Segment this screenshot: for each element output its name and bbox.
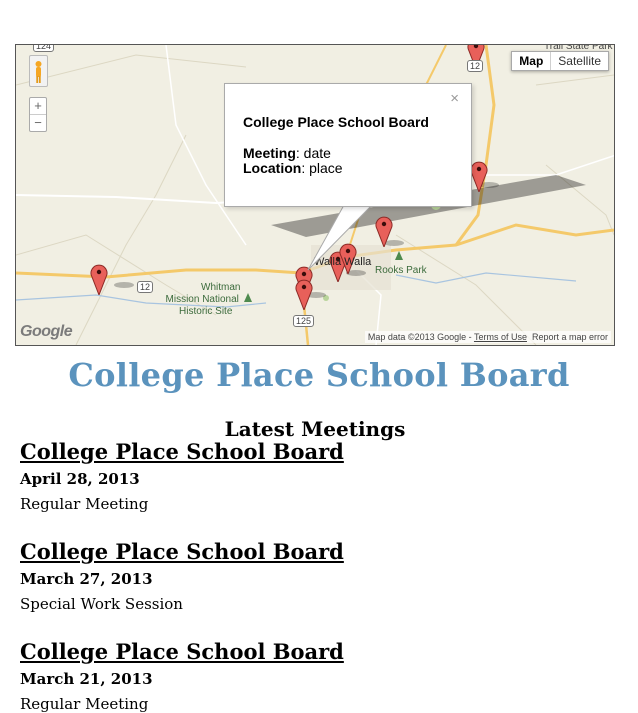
map-marker-icon[interactable] bbox=[90, 263, 108, 297]
meeting-value: : date bbox=[295, 145, 331, 161]
map-type-control: Map Satellite bbox=[511, 51, 609, 71]
meeting-date: March 21, 2013 bbox=[20, 670, 153, 688]
meeting-label: Meeting bbox=[243, 145, 296, 161]
close-icon[interactable]: × bbox=[450, 90, 459, 107]
meeting-date: April 28, 2013 bbox=[20, 470, 140, 488]
map-type-satellite-button[interactable]: Satellite bbox=[551, 52, 608, 70]
tree-icon bbox=[395, 251, 403, 260]
page-title: College Place School Board bbox=[68, 356, 570, 394]
google-logo[interactable]: Google bbox=[20, 323, 73, 341]
meeting-date: March 27, 2013 bbox=[20, 570, 153, 588]
route-shield-12: 12 bbox=[467, 60, 484, 72]
meeting-title-link[interactable]: College Place School Board bbox=[20, 439, 600, 465]
meeting-title-link[interactable]: College Place School Board bbox=[20, 539, 600, 565]
info-window-title: College Place School Board bbox=[243, 114, 429, 130]
zoom-control: + − bbox=[29, 97, 47, 132]
latest-meetings-heading: Latest Meetings bbox=[224, 417, 406, 441]
map-label-line: Whitman bbox=[201, 282, 241, 293]
map-type-map-button[interactable]: Map bbox=[512, 52, 552, 70]
meeting-type: Special Work Session bbox=[20, 595, 183, 613]
tree-icon bbox=[244, 293, 252, 302]
info-window-location-row: Location: place bbox=[243, 160, 343, 176]
location-value: : place bbox=[301, 160, 343, 176]
route-shield-12: 12 bbox=[137, 281, 154, 293]
pegman-icon[interactable] bbox=[29, 55, 48, 87]
route-shield-125: 125 bbox=[293, 315, 315, 327]
map-label-line: Mission National bbox=[165, 294, 239, 305]
map-attribution: Map data ©2013 Google - Terms of Use Repo… bbox=[364, 331, 611, 343]
attribution-text: Map data ©2013 Google - bbox=[367, 332, 474, 342]
meeting-item: College Place School Board March 27, 201… bbox=[20, 539, 600, 613]
map-marker-icon[interactable] bbox=[375, 215, 393, 249]
terms-of-use-link[interactable]: Terms of Use bbox=[474, 332, 527, 342]
location-label: Location bbox=[243, 160, 302, 176]
meeting-item: College Place School Board March 21, 201… bbox=[20, 639, 600, 713]
map-marker-icon[interactable] bbox=[295, 278, 313, 312]
zoom-out-button[interactable]: − bbox=[30, 114, 46, 131]
map[interactable]: Whitman Mission National Historic Site R… bbox=[15, 44, 615, 346]
report-map-error-link[interactable]: Report a map error bbox=[532, 332, 608, 342]
info-window-meeting-row: Meeting: date bbox=[243, 145, 331, 161]
map-label-whitman: Whitman Mission National Historic Site bbox=[166, 282, 241, 318]
meeting-type: Regular Meeting bbox=[20, 495, 149, 513]
zoom-in-button[interactable]: + bbox=[30, 98, 46, 114]
map-label-rooks-park: Rooks Park bbox=[375, 265, 427, 276]
meeting-item: College Place School Board April 28, 201… bbox=[20, 439, 600, 513]
meeting-title-link[interactable]: College Place School Board bbox=[20, 639, 600, 665]
map-label-line: Historic Site bbox=[179, 306, 233, 317]
map-marker-icon[interactable] bbox=[470, 160, 488, 194]
route-shield-124: 124 bbox=[33, 45, 55, 52]
info-window: × College Place School Board Meeting: da… bbox=[224, 83, 472, 207]
